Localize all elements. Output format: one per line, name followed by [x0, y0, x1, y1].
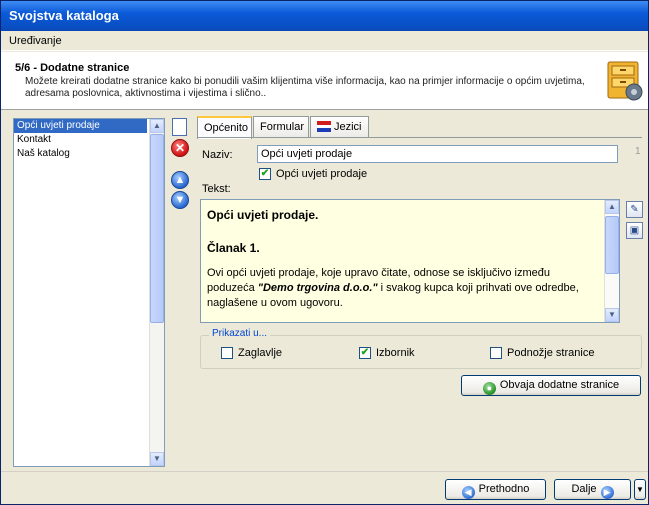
editor-heading: Opći uvjeti prodaje. [207, 208, 319, 222]
menu-checkbox[interactable]: ✔ [359, 347, 371, 359]
editor-paragraph: Ovi opći uvjeti prodaje, koje upravo čit… [207, 266, 600, 311]
back-arrow-icon: ◀ [461, 486, 475, 499]
header-checkbox[interactable]: ✔ [221, 347, 233, 359]
notify-pages-button[interactable]: ● Obvaja dodatne stranice [461, 375, 641, 396]
title-bar: Svojstva kataloga [1, 1, 648, 31]
text-label: Tekst: [202, 183, 231, 195]
forward-arrow-icon: ▶ [600, 486, 614, 499]
menu-bar: Uređivanje [1, 31, 648, 51]
scrollbar-thumb[interactable] [605, 216, 619, 274]
tab-label: Formular [260, 121, 305, 133]
notify-button-label: Obvaja dodatne stranice [499, 379, 620, 391]
next-button[interactable]: Dalje ▶ [554, 479, 631, 500]
show-in-group: Prikazati u... ✔ Zaglavlje ✔ Izbornik ✔ … [200, 328, 642, 369]
flag-icon [317, 121, 331, 132]
scroll-up-arrow-icon[interactable]: ▲ [150, 119, 164, 133]
name-input[interactable]: Opći uvjeti prodaje [257, 145, 618, 163]
step-description: Možete kreirati dodatne stranice kako bi… [25, 76, 585, 99]
footer-divider [1, 471, 648, 472]
name-label: Naziv: [202, 149, 233, 161]
footer-checkbox[interactable]: ✔ [490, 347, 502, 359]
edit-icon[interactable]: ✎ [626, 201, 643, 218]
menu-checkbox-label: Izbornik [376, 347, 415, 359]
name-counter: 1 [635, 146, 641, 157]
delete-icon[interactable]: ✕ [171, 139, 189, 157]
editor-content[interactable]: Opći uvjeti prodaje. Članak 1. Ovi opći … [207, 208, 600, 311]
globe-icon: ● [482, 382, 496, 395]
tab-general[interactable]: Općenito [197, 116, 252, 139]
show-page-checkbox[interactable]: ✔ [259, 168, 271, 180]
scroll-down-arrow-icon[interactable]: ▼ [605, 308, 619, 322]
next-button-label: Dalje [571, 483, 597, 495]
properties-window: Svojstva kataloga Uređivanje 5/6 - Dodat… [0, 0, 649, 505]
footer-checkbox-label: Podnožje stranice [507, 347, 595, 359]
tab-form[interactable]: Formular [253, 116, 309, 137]
editor-subheading: Članak 1. [207, 241, 260, 255]
previous-button[interactable]: ◀ Prethodno [445, 479, 546, 500]
list-item[interactable]: Kontakt [14, 133, 164, 147]
tab-label: Općenito [204, 122, 249, 134]
tab-label: Jezici [334, 121, 362, 133]
previous-button-label: Prethodno [478, 483, 530, 495]
list-scrollbar[interactable]: ▲ ▼ [149, 119, 164, 466]
menu-item-edit[interactable]: Uređivanje [9, 35, 62, 47]
scroll-up-arrow-icon[interactable]: ▲ [605, 200, 619, 214]
scroll-down-arrow-icon[interactable]: ▼ [150, 452, 164, 466]
window-title: Svojstva kataloga [9, 8, 119, 23]
next-dropdown-button[interactable]: ▼ [634, 479, 646, 500]
tab-languages[interactable]: Jezici [310, 116, 369, 137]
list-item[interactable]: Naš katalog [14, 147, 164, 161]
text-editor[interactable]: Opći uvjeti prodaje. Članak 1. Ovi opći … [200, 199, 620, 323]
wizard-header: 5/6 - Dodatne stranice Možete kreirati d… [1, 52, 648, 110]
editor-scrollbar[interactable]: ▲ ▼ [604, 200, 619, 322]
catalog-drawer-icon [607, 61, 643, 101]
move-up-icon[interactable]: ▲ [171, 171, 189, 189]
header-checkbox-label: Zaglavlje [238, 347, 283, 359]
preview-icon[interactable]: ▣ [626, 222, 643, 239]
scrollbar-thumb[interactable] [150, 134, 164, 323]
move-down-icon[interactable]: ▼ [171, 191, 189, 209]
new-page-icon[interactable] [172, 118, 187, 136]
pages-listbox[interactable]: Opći uvjeti prodaje Kontakt Naš katalog … [13, 118, 165, 467]
step-title: 5/6 - Dodatne stranice [15, 62, 130, 74]
company-name: "Demo trgovina d.o.o." [257, 282, 378, 294]
list-item[interactable]: Opći uvjeti prodaje [14, 119, 147, 133]
chevron-down-icon: ▼ [636, 485, 644, 494]
tab-divider [197, 137, 642, 138]
group-legend: Prikazati u... [209, 328, 271, 339]
show-page-checkbox-label: Opći uvjeti prodaje [276, 168, 368, 180]
